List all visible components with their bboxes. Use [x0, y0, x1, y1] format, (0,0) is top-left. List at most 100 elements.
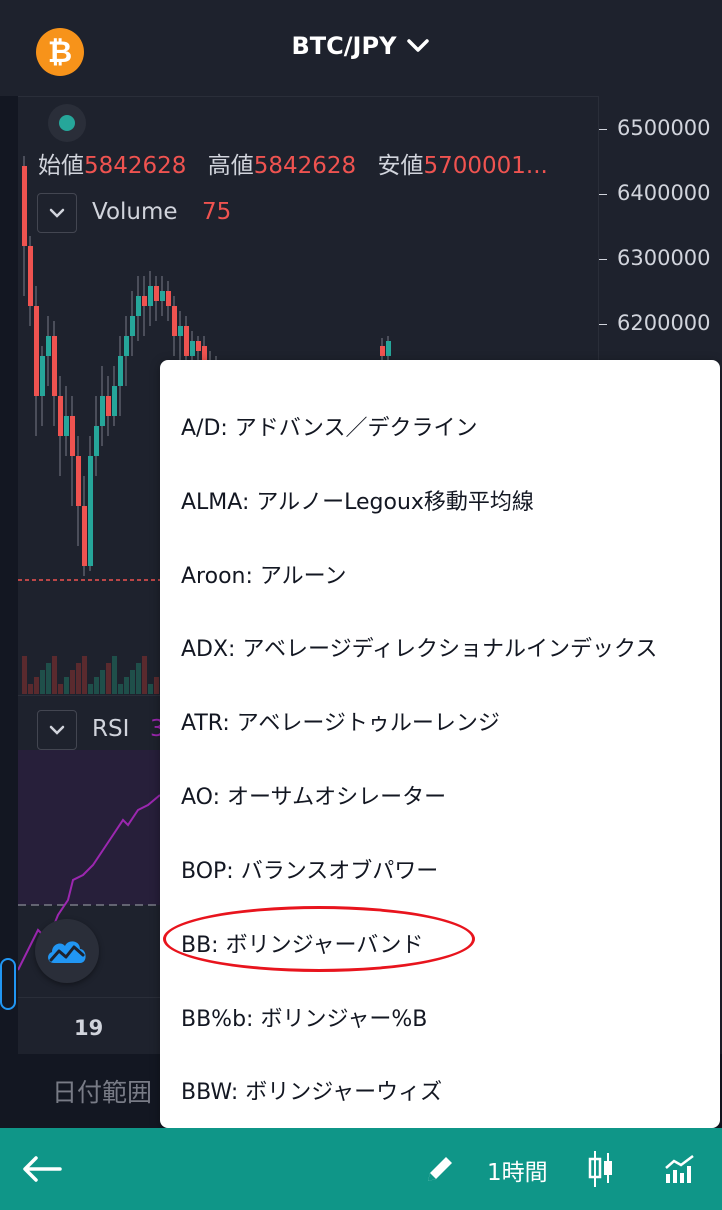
- candlestick-icon: [588, 1151, 612, 1187]
- indicator-item-alma[interactable]: ALMA: アルノーLegoux移動平均線: [181, 484, 534, 516]
- indicator-item-bb[interactable]: BB: ボリンジャーバンド: [181, 927, 423, 959]
- chevron-down-icon: [407, 39, 430, 52]
- candle-body: [76, 456, 81, 506]
- candle-body: [184, 326, 189, 356]
- volume-bar: [70, 670, 75, 694]
- price-label: 6400000: [617, 181, 711, 205]
- candle-body: [380, 346, 385, 356]
- volume-bar: [106, 663, 111, 694]
- price-tick: [599, 324, 607, 325]
- volume-bar: [100, 670, 105, 694]
- volume-bar: [82, 656, 87, 694]
- candle-body: [70, 416, 75, 456]
- candle-body: [94, 426, 99, 456]
- price-label: 6500000: [617, 116, 711, 140]
- volume-bar: [28, 684, 33, 694]
- arrow-left-icon: [23, 1156, 62, 1182]
- volume-bar: [118, 684, 123, 694]
- volume-bar: [148, 684, 153, 694]
- low-value: 5700001...: [423, 153, 548, 179]
- chevron-down-icon: [49, 208, 65, 218]
- indicator-item-aroon[interactable]: Aroon: アルーン: [181, 558, 347, 590]
- candle-body: [34, 306, 39, 396]
- candle-body: [118, 356, 123, 386]
- candle-body: [154, 286, 159, 301]
- volume-label: Volume: [92, 199, 178, 225]
- ohlc-readout: 始値5842628 高値5842628 安値5700001...: [38, 146, 562, 180]
- price-tick: [599, 129, 607, 130]
- volume-bar: [40, 670, 45, 694]
- volume-bar: [142, 656, 147, 694]
- candle-body: [82, 506, 87, 566]
- chevron-down-icon: [49, 725, 65, 735]
- indicators-button[interactable]: [662, 1128, 698, 1210]
- candle-body: [160, 291, 165, 301]
- volume-bar: [64, 677, 69, 694]
- indicator-item-bbw[interactable]: BBW: ボリンジャーウィズ: [181, 1074, 442, 1106]
- connection-status-indicator: [48, 104, 86, 142]
- candle-body: [196, 341, 201, 351]
- indicator-dropdown-menu: A/D: アドバンス／デクライン ALMA: アルノーLegoux移動平均線 A…: [160, 360, 720, 1128]
- indicator-item-adx[interactable]: ADX: アベレージディレクショナルインデックス: [181, 631, 657, 663]
- volume-bar: [76, 663, 81, 694]
- cloud-chart-icon: [48, 941, 86, 963]
- candle-body: [40, 356, 45, 396]
- candle-body: [130, 316, 135, 336]
- rsi-label: RSI: [92, 716, 130, 742]
- draw-tool-button[interactable]: [420, 1128, 460, 1210]
- candle-body: [190, 341, 195, 356]
- indicators-chart-icon: [665, 1155, 694, 1183]
- volume-bar: [136, 663, 141, 694]
- price-label: 6300000: [617, 246, 711, 270]
- indicator-item-atr[interactable]: ATR: アベレージトゥルーレンジ: [181, 705, 500, 737]
- candle-body: [106, 396, 111, 416]
- candle-body: [52, 336, 57, 396]
- indicator-item-bop[interactable]: BOP: バランスオブパワー: [181, 853, 438, 885]
- bottom-toolbar: [0, 1128, 722, 1210]
- candle-body: [28, 246, 33, 306]
- rsi-collapse-button[interactable]: [37, 710, 77, 750]
- indicator-item-ad[interactable]: A/D: アドバンス／デクライン: [181, 410, 477, 442]
- candle-body: [124, 336, 129, 356]
- volume-bar: [112, 656, 117, 694]
- candle-body: [64, 416, 69, 436]
- pair-selector: BTC/JPY: [0, 32, 722, 60]
- pair-label: BTC/JPY: [291, 32, 397, 60]
- candle-body: [46, 336, 51, 356]
- volume-bar: [34, 677, 39, 694]
- indicator-item-ao[interactable]: AO: オーサムオシレーター: [181, 779, 446, 811]
- volume-bar: [46, 663, 51, 694]
- pencil-icon: [428, 1157, 452, 1181]
- chart-scroll-handle[interactable]: [0, 958, 16, 1010]
- high-value: 5842628: [253, 153, 357, 179]
- candle-body: [22, 166, 27, 246]
- open-value: 5842628: [84, 153, 187, 179]
- time-axis-label: 19: [74, 1016, 104, 1040]
- low-label: 安値: [377, 153, 424, 179]
- timeframe-selector[interactable]: 1時間: [487, 1153, 548, 1187]
- indicator-item-bbpb[interactable]: BB%b: ボリンジャー%B: [181, 1001, 427, 1033]
- candle-body: [112, 386, 117, 416]
- volume-bar: [154, 677, 159, 694]
- candle-body: [178, 326, 183, 336]
- back-button[interactable]: [18, 1128, 66, 1210]
- top-header: ₿ BTC/JPY: [0, 0, 722, 96]
- candle-body: [100, 396, 105, 426]
- cloud-chart-button[interactable]: [35, 919, 99, 983]
- price-tick: [599, 194, 607, 195]
- pair-dropdown-button[interactable]: BTC/JPY: [292, 32, 431, 60]
- candle-body: [148, 286, 153, 306]
- candle-body: [386, 341, 391, 356]
- volume-bar: [124, 677, 129, 694]
- candle-body: [166, 291, 171, 306]
- candle-body: [88, 456, 93, 566]
- volume-collapse-button[interactable]: [37, 193, 77, 233]
- candle-body: [58, 396, 63, 436]
- date-range-label[interactable]: 日付範囲: [52, 1073, 152, 1109]
- candle-body: [172, 306, 177, 336]
- volume-bar: [88, 684, 93, 694]
- volume-bar: [52, 656, 57, 694]
- candle-type-button[interactable]: [584, 1128, 618, 1210]
- price-label: 6200000: [617, 311, 711, 335]
- volume-bar: [130, 670, 135, 694]
